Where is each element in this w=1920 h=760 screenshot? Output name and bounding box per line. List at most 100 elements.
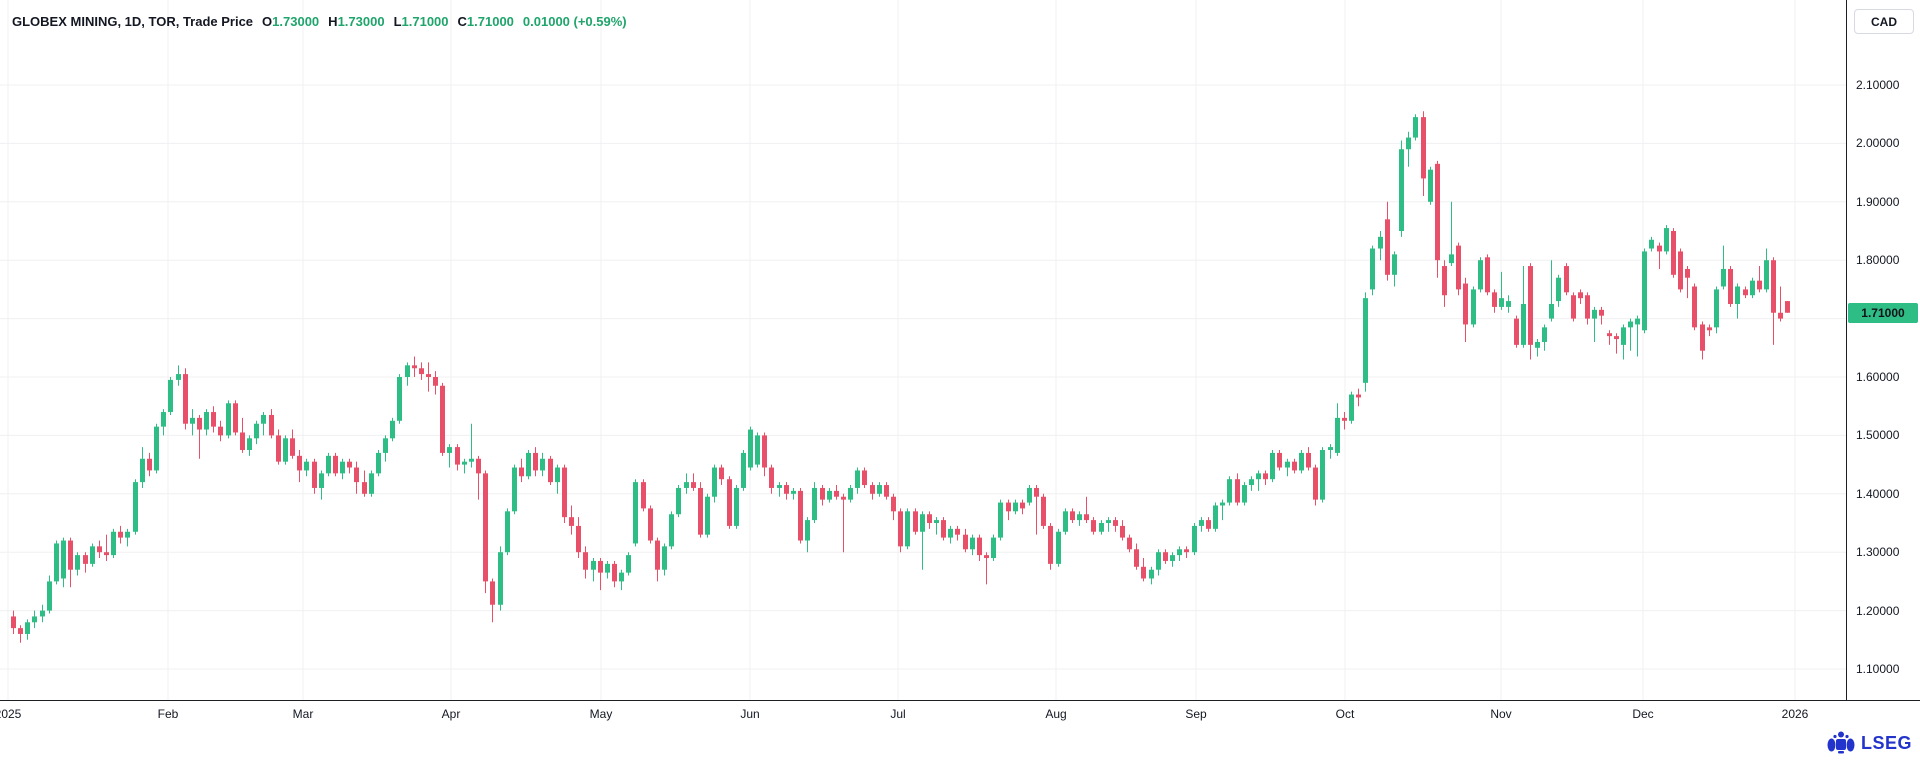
candle-body [1692, 286, 1697, 327]
candle-body [240, 432, 245, 450]
price-axis[interactable]: CAD 2.100002.000001.900001.800001.700001… [1846, 0, 1920, 700]
candle-body [362, 482, 367, 494]
candle-body [848, 488, 853, 500]
time-tick: 2025 [0, 707, 21, 721]
candle-body [354, 468, 359, 483]
candle-body [218, 427, 223, 436]
candle-body [1192, 526, 1197, 552]
candle-body [269, 415, 274, 435]
candle-body [548, 459, 553, 482]
candle-body [798, 491, 803, 541]
time-tick: Sep [1185, 707, 1206, 721]
candle-body [462, 462, 467, 465]
candle-body [104, 552, 109, 555]
candle-body [598, 561, 603, 573]
candle-body [884, 485, 889, 497]
candlestick-chart-canvas[interactable] [0, 0, 1846, 700]
candle-body [512, 468, 517, 512]
change-value: 0.01000 (+0.59%) [523, 14, 627, 29]
candle-body [1664, 228, 1669, 251]
candle-body [447, 447, 452, 453]
candle-body [1292, 462, 1297, 471]
candle-body [555, 468, 560, 483]
currency-badge[interactable]: CAD [1854, 9, 1914, 34]
candle-body [1285, 462, 1290, 468]
candle-body [1034, 488, 1039, 497]
candle-body [820, 488, 825, 500]
candle-body [1227, 479, 1232, 502]
candle-body [1585, 295, 1590, 318]
candle-body [1635, 319, 1640, 325]
open-label: O [262, 14, 272, 29]
candle-body [1141, 567, 1146, 579]
candle-body [1370, 249, 1375, 290]
candle-body [1506, 301, 1511, 307]
candle-body [1549, 304, 1554, 319]
candle-body [1277, 453, 1282, 468]
candle-body [741, 453, 746, 488]
candle-body [1392, 254, 1397, 274]
time-tick: 2026 [1782, 707, 1809, 721]
candle-body [1428, 170, 1433, 202]
candle-body [1134, 549, 1139, 567]
candle-body [1678, 251, 1683, 289]
candle-body [1070, 511, 1075, 520]
candle-body [476, 459, 481, 474]
candle-body [469, 459, 474, 462]
symbol-title: GLOBEX MINING, 1D, TOR, Trade Price [12, 14, 253, 29]
candle-body [1149, 570, 1154, 579]
candle-body [1442, 266, 1447, 295]
candle-body [1084, 514, 1089, 520]
candle-body [383, 438, 388, 453]
candle-body [1048, 526, 1053, 564]
candle-body [190, 418, 195, 424]
candle-body [1735, 286, 1740, 304]
candle-body [376, 453, 381, 473]
candle-body [111, 532, 116, 555]
candle-body [834, 491, 839, 497]
candle-body [727, 479, 732, 526]
candle-body [1435, 164, 1440, 260]
candle-body [1013, 503, 1018, 512]
candle-body [333, 456, 338, 474]
candle-body [161, 412, 166, 427]
lseg-logo[interactable]: LSEG [1826, 730, 1912, 756]
candle-body [1113, 520, 1118, 526]
candle-body [1320, 450, 1325, 500]
candle-body [1456, 246, 1461, 290]
candle-body [1671, 231, 1676, 275]
candle-body [948, 529, 953, 538]
candle-body [1213, 505, 1218, 528]
candle-body [905, 511, 910, 546]
candle-body [283, 438, 288, 461]
time-axis[interactable]: 2025FebMarAprMayJunJulAugSepOctNovDec202… [0, 700, 1920, 729]
candle-body [18, 628, 23, 634]
candle-body [1299, 453, 1304, 471]
candle-body [1463, 284, 1468, 325]
candle-body [1184, 549, 1189, 552]
candle-body [1356, 395, 1361, 398]
candle-body [1621, 327, 1626, 345]
candle-body [855, 470, 860, 488]
candle-body [1263, 473, 1268, 479]
candle-body [1721, 269, 1726, 287]
candle-body [25, 622, 30, 634]
candle-body [1649, 240, 1654, 249]
candle-body [648, 508, 653, 540]
time-tick: Jun [740, 707, 759, 721]
candle-body [1249, 479, 1254, 485]
candle-body [669, 514, 674, 546]
candle-body [147, 459, 152, 471]
candle-body [61, 541, 66, 579]
candle-body [183, 374, 188, 424]
candle-body [1700, 324, 1705, 350]
candle-body [47, 581, 52, 610]
candle-body [490, 581, 495, 604]
candle-body [1378, 237, 1383, 249]
candle-body [1313, 468, 1318, 500]
candle-body [934, 520, 939, 523]
candle-body [90, 546, 95, 564]
candle-body [1714, 289, 1719, 327]
candle-body [125, 532, 130, 538]
candle-body [498, 552, 503, 605]
